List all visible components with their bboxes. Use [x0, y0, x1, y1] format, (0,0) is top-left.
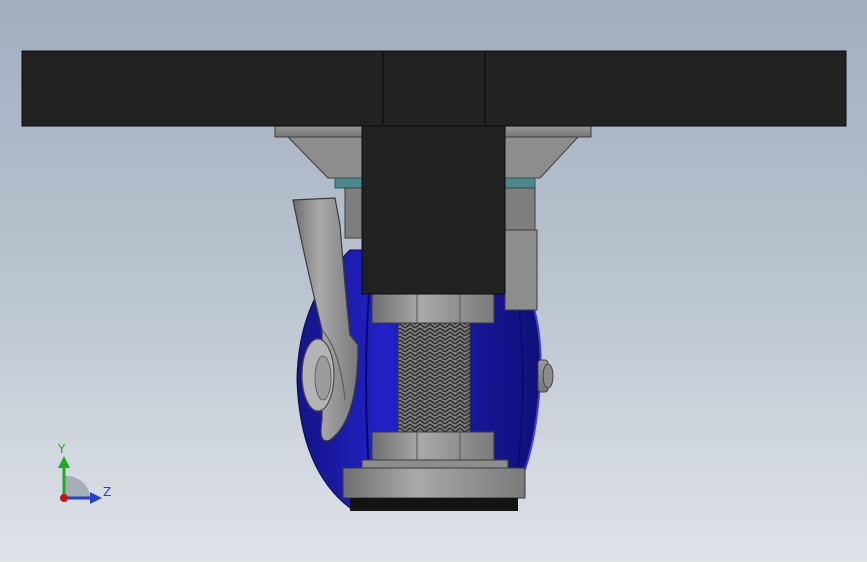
x-axis-dot: [60, 494, 68, 502]
axle-nut: [537, 359, 554, 393]
cad-viewport[interactable]: [0, 0, 867, 562]
axis-triad: Y Z: [57, 442, 111, 504]
upper-hex-nut: [371, 292, 495, 324]
y-axis-arrowhead: [58, 456, 70, 468]
mounting-plate: [21, 50, 847, 295]
y-axis-label: Y: [57, 442, 66, 456]
leveling-foot: [342, 459, 526, 511]
threaded-stem: [397, 314, 471, 441]
z-axis-arrowhead: [90, 492, 102, 504]
lower-hex-nut: [371, 431, 495, 463]
z-axis-label: Z: [103, 485, 111, 499]
triad-plane: [64, 475, 91, 498]
